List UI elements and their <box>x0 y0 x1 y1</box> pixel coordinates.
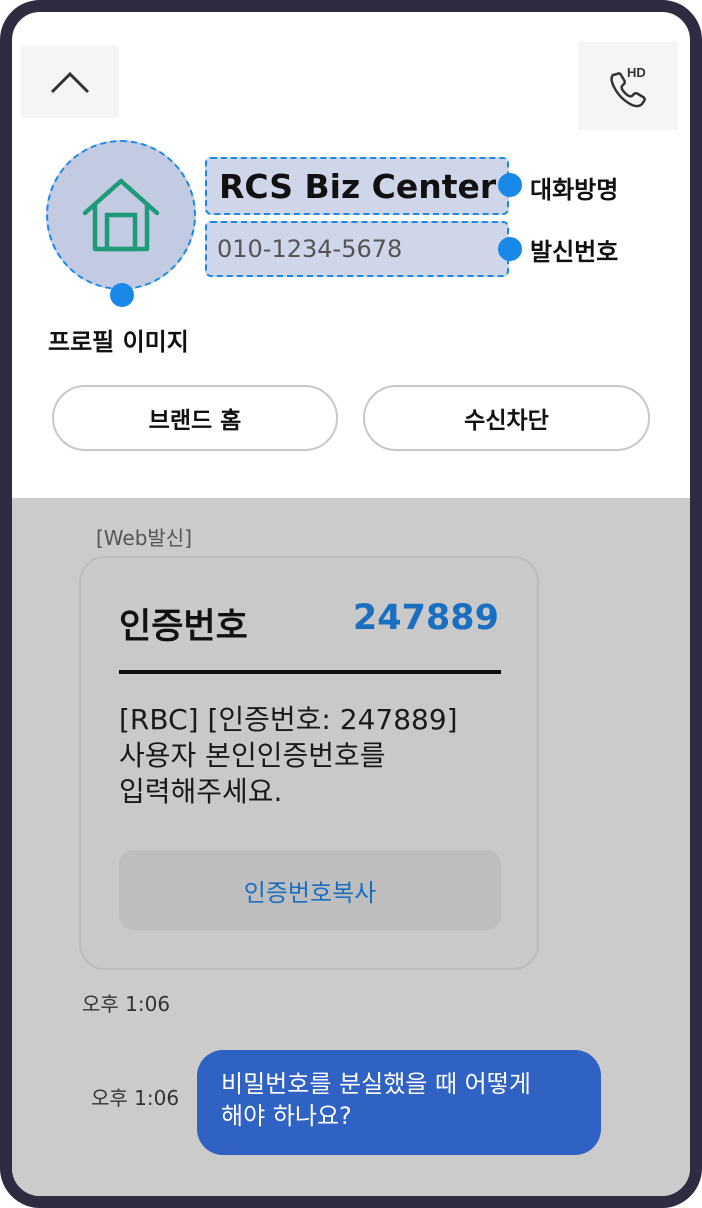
sender-number: 010-1234-5678 <box>205 221 509 277</box>
profile-image-annotation: 프로필 이미지 <box>48 328 189 356</box>
card-body-line: 입력해주세요. <box>119 775 283 808</box>
card-body-line: 사용자 본인인증번호를 <box>119 739 386 772</box>
phone-frame: HD RCS Biz Center 010-1234-5678 대화방명 발신번… <box>0 0 702 1208</box>
outgoing-timestamp: 오후 1:06 <box>91 1086 180 1110</box>
card-divider <box>119 670 501 674</box>
brand-home-button[interactable]: 브랜드 홈 <box>52 385 338 451</box>
outgoing-message-line: 해야 하나요? <box>221 1102 352 1130</box>
hd-call-icon: HD <box>610 65 646 108</box>
verification-code: 247889 <box>352 598 499 638</box>
hd-call-button[interactable]: HD <box>578 42 678 130</box>
card-body: [RBC] [인증번호: 247889] 사용자 본인인증번호를 입력해주세요. <box>119 702 509 810</box>
home-icon <box>82 178 160 252</box>
back-button[interactable] <box>21 46 119 118</box>
sender-number-annotation: 발신번호 <box>530 238 619 266</box>
profile-image[interactable] <box>46 140 196 290</box>
incoming-timestamp: 오후 1:06 <box>82 992 171 1016</box>
verification-message-card: 인증번호 247889 [RBC] [인증번호: 247889] 사용자 본인인… <box>79 556 539 970</box>
card-body-line: [RBC] [인증번호: 247889] <box>119 703 458 736</box>
chat-room-name: RCS Biz Center <box>205 157 509 215</box>
chat-area[interactable]: [Web발신] 인증번호 247889 [RBC] [인증번호: 247889]… <box>12 498 690 1196</box>
profile-connector-dot <box>110 283 134 307</box>
number-connector-dot <box>498 237 522 261</box>
web-sender-tag: [Web발신] <box>96 526 193 550</box>
outgoing-message-line: 비밀번호를 분실했을 때 어떻게 <box>221 1070 531 1098</box>
copy-code-button[interactable]: 인증번호복사 <box>119 850 501 930</box>
outgoing-message-bubble[interactable]: 비밀번호를 분실했을 때 어떻게 해야 하나요? <box>197 1050 601 1155</box>
name-connector-dot <box>498 173 522 197</box>
screen: HD RCS Biz Center 010-1234-5678 대화방명 발신번… <box>12 12 690 1196</box>
chevron-up-icon <box>50 71 90 94</box>
block-button[interactable]: 수신차단 <box>363 385 650 451</box>
hd-badge: HD <box>627 65 646 80</box>
chat-room-name-annotation: 대화방명 <box>530 176 619 204</box>
card-title: 인증번호 <box>119 607 248 647</box>
